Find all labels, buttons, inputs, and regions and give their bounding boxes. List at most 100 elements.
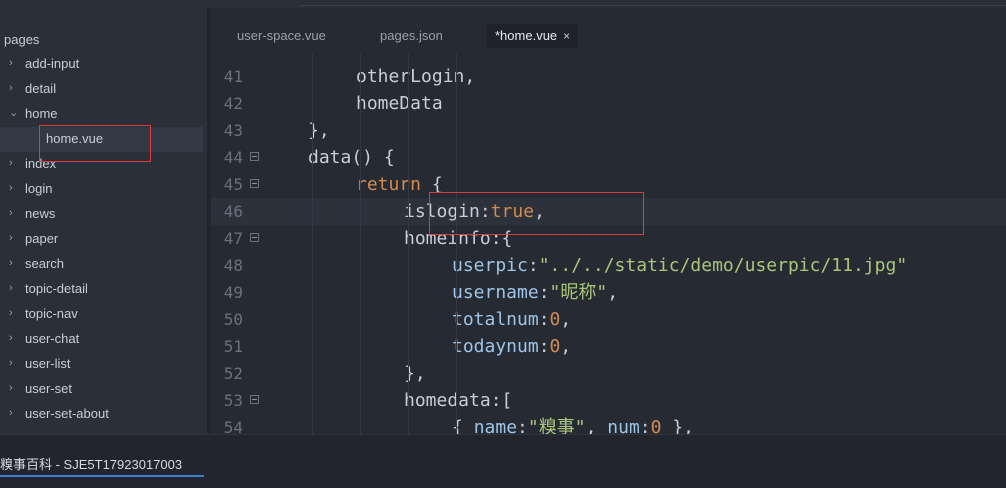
code-token: "糗事" — [527, 417, 586, 434]
tab-label: *home.vue — [495, 28, 558, 43]
code-line[interactable]: 50 totalnum:0, — [211, 306, 1006, 333]
code-token: todaynum — [452, 336, 539, 357]
code-token: homeData — [356, 93, 443, 114]
tree-item-label: user-list — [25, 356, 71, 371]
line-number: 45 — [223, 175, 243, 194]
chevron-down-icon: ⌄ — [9, 107, 19, 119]
chevron-right-icon: › — [9, 332, 13, 344]
active-indicator — [0, 475, 204, 477]
code-token: : — [538, 336, 550, 357]
code-text: homedata:[ — [404, 387, 512, 414]
code-text: data() { — [308, 144, 395, 171]
tree-item-label: login — [25, 181, 53, 196]
line-number: 43 — [223, 121, 243, 140]
code-token: data() { — [308, 147, 395, 168]
tree-item-label: news — [25, 206, 56, 221]
code-token: username — [452, 282, 539, 303]
line-number: 46 — [223, 202, 243, 221]
tree-item-label: topic-nav — [25, 306, 78, 321]
tree-item-label: add-input — [25, 56, 80, 71]
chevron-right-icon: › — [9, 182, 13, 194]
close-icon[interactable]: × — [563, 29, 570, 43]
tree-item-user-list[interactable]: › user-list — [0, 352, 203, 377]
code-line[interactable]: 42 homeData — [211, 90, 1006, 117]
line-number: 50 — [223, 310, 243, 329]
code-line[interactable]: 49 username:"昵称", — [211, 279, 1006, 306]
code-line[interactable]: 41 otherLogin, — [211, 63, 1006, 90]
code-line[interactable]: 52}, — [211, 360, 1006, 387]
tree-item-login[interactable]: › login — [0, 177, 203, 202]
indent-guide — [360, 54, 361, 434]
annotation-highlight-box — [39, 125, 151, 162]
tab-user-space-vue[interactable]: user-space.vue — [229, 24, 334, 48]
code-token: :[ — [490, 390, 513, 411]
fold-toggle-icon[interactable] — [250, 179, 259, 188]
code-token: , — [560, 309, 572, 330]
chevron-right-icon: › — [9, 307, 13, 319]
line-number: 41 — [223, 67, 243, 86]
line-number: 47 — [223, 229, 243, 248]
tree-item-label: home — [25, 106, 58, 121]
project-tree: pages › add-input › detail ⌄ home home.v… — [0, 8, 207, 434]
code-token: return — [356, 174, 422, 195]
code-token: , — [585, 417, 608, 434]
code-token: otherLogin, — [356, 66, 476, 87]
code-token: "昵称" — [549, 282, 608, 303]
code-token: 0 — [549, 336, 561, 357]
fold-toggle-icon[interactable] — [250, 395, 259, 404]
tree-item-news[interactable]: › news — [0, 202, 203, 227]
line-number: 53 — [223, 391, 243, 410]
line-number: 54 — [223, 418, 243, 434]
tree-item-user-chat[interactable]: › user-chat — [0, 327, 203, 352]
chevron-right-icon: › — [9, 407, 13, 419]
code-line[interactable]: 54 { name:"糗事", num:0 }, — [211, 414, 1006, 434]
code-token: homedata — [404, 390, 491, 411]
code-token: , — [607, 282, 619, 303]
tab-label: pages.json — [380, 28, 443, 43]
tree-item-user-set[interactable]: › user-set — [0, 377, 203, 402]
tree-root-pages[interactable]: pages — [4, 32, 39, 47]
chevron-right-icon: › — [9, 282, 13, 294]
code-line[interactable]: 44 data() { — [211, 144, 1006, 171]
fold-toggle-icon[interactable] — [250, 152, 259, 161]
code-text: homeData — [356, 90, 443, 117]
tree-item-topic-detail[interactable]: › topic-detail — [0, 277, 203, 302]
tree-item-add-input[interactable]: › add-input — [0, 52, 203, 77]
window-title[interactable]: 糗事百科 - SJE5T17923017003 — [0, 454, 182, 473]
chevron-right-icon: › — [9, 382, 13, 394]
tree-item-home[interactable]: ⌄ home — [0, 102, 203, 127]
tab-pages-json[interactable]: pages.json — [372, 24, 451, 48]
indent-guide — [408, 54, 409, 434]
tree-item-label: user-set — [25, 381, 72, 396]
chevron-right-icon: › — [9, 357, 13, 369]
code-editor[interactable]: 54{ name:"糗事", num:0 }, 53 homedata:[52}, 5… — [211, 54, 1006, 434]
tree-item-label: detail — [25, 81, 57, 96]
code-text: username:"昵称", — [452, 279, 618, 306]
status-bar: 糗事百科 - SJE5T17923017003 — [0, 434, 1006, 488]
tree-item-label: topic-detail — [25, 281, 88, 296]
code-text: { name:"糗事", num:0 }, — [452, 414, 694, 434]
code-text: totalnum:0, — [452, 306, 571, 333]
tree-item-topic-nav[interactable]: › topic-nav — [0, 302, 203, 327]
editor-tab-bar: user-space.vue pages.json *home.vue × — [211, 8, 1006, 54]
tree-item-paper[interactable]: › paper — [0, 227, 203, 252]
chevron-right-icon: › — [9, 207, 13, 219]
indent-guide — [456, 54, 457, 434]
code-token: : — [538, 282, 550, 303]
code-token: num — [607, 417, 640, 434]
code-line[interactable]: 43}, — [211, 117, 1006, 144]
code-text: otherLogin, — [356, 63, 475, 90]
code-line[interactable]: 53 homedata:[ — [211, 387, 1006, 414]
tree-item-detail[interactable]: › detail — [0, 77, 203, 102]
line-number: 49 — [223, 283, 243, 302]
chevron-right-icon: › — [9, 157, 13, 169]
code-line[interactable]: 48 userpic:"../../static/demo/userpic/11.… — [211, 252, 1006, 279]
code-line[interactable]: 51 todaynum:0, — [211, 333, 1006, 360]
tree-item-user-set-about[interactable]: › user-set-about — [0, 402, 203, 427]
code-token: : — [527, 255, 539, 276]
fold-toggle-icon[interactable] — [250, 233, 259, 242]
tab-home-vue[interactable]: *home.vue × — [487, 24, 579, 48]
horizontal-scrollbar[interactable] — [300, 0, 1006, 6]
line-number: 44 — [223, 148, 243, 167]
tree-item-search[interactable]: › search — [0, 252, 203, 277]
